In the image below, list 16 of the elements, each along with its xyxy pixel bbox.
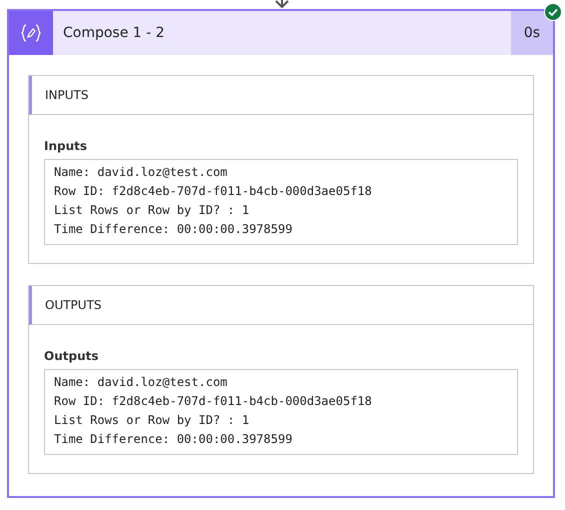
text-line: List Rows or Row by ID? : 1 [54,412,250,429]
action-title: Compose 1 - 2 [62,25,166,41]
section-header[interactable]: INPUTS [29,76,533,115]
text-line: Row ID: f2d8c4eb-707d-f011-b4cb-000d3ae05f18 [54,393,373,410]
text-line: Time Difference: 00:00:00.3978599 [54,431,294,448]
text-line: Name: david.loz@test.com [54,374,228,391]
text-line: List Rows or Row by ID? : 1 [54,202,250,219]
field-label: Inputs [44,139,88,153]
field-label: Outputs [44,349,100,363]
connector-arrow-icon [274,0,290,8]
action-header[interactable]: Compose 1 - 2 0s [9,11,553,55]
text-line: Row ID: f2d8c4eb-707d-f011-b4cb-000d3ae05f18 [54,183,373,200]
duration-label: 0s [511,11,553,55]
section-header[interactable]: OUTPUTS [29,286,533,325]
text-line: Name: david.loz@test.com [54,164,228,181]
text-line: Time Difference: 00:00:00.3978599 [54,221,294,238]
